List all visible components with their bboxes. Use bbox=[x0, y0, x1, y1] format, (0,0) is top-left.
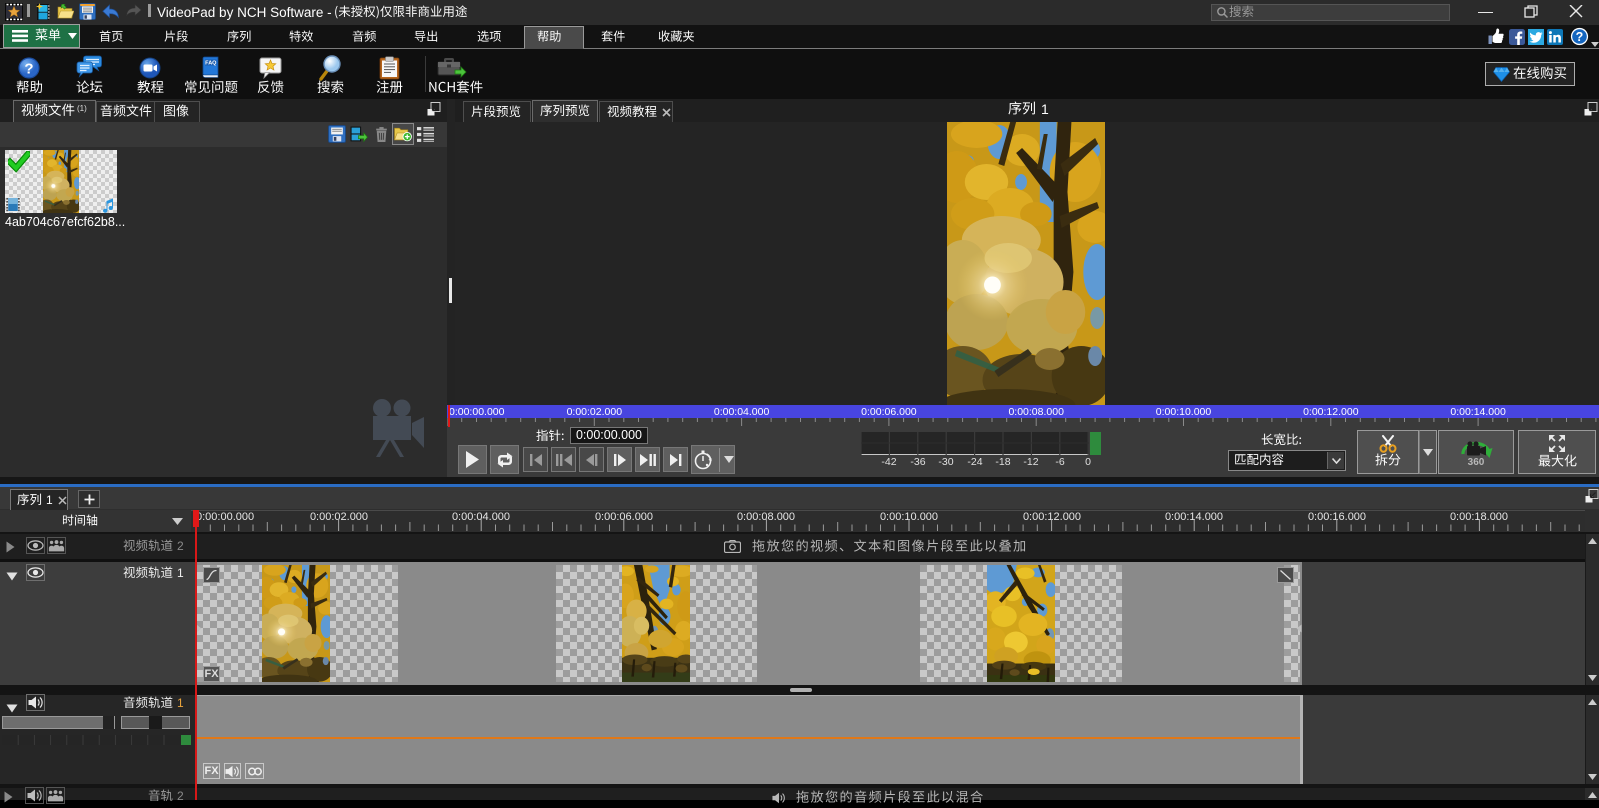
svg-text:FAQ: FAQ bbox=[205, 60, 217, 66]
svg-text:360: 360 bbox=[1468, 457, 1485, 466]
svg-text:?: ? bbox=[1576, 30, 1584, 44]
svg-text:?: ? bbox=[24, 61, 33, 78]
